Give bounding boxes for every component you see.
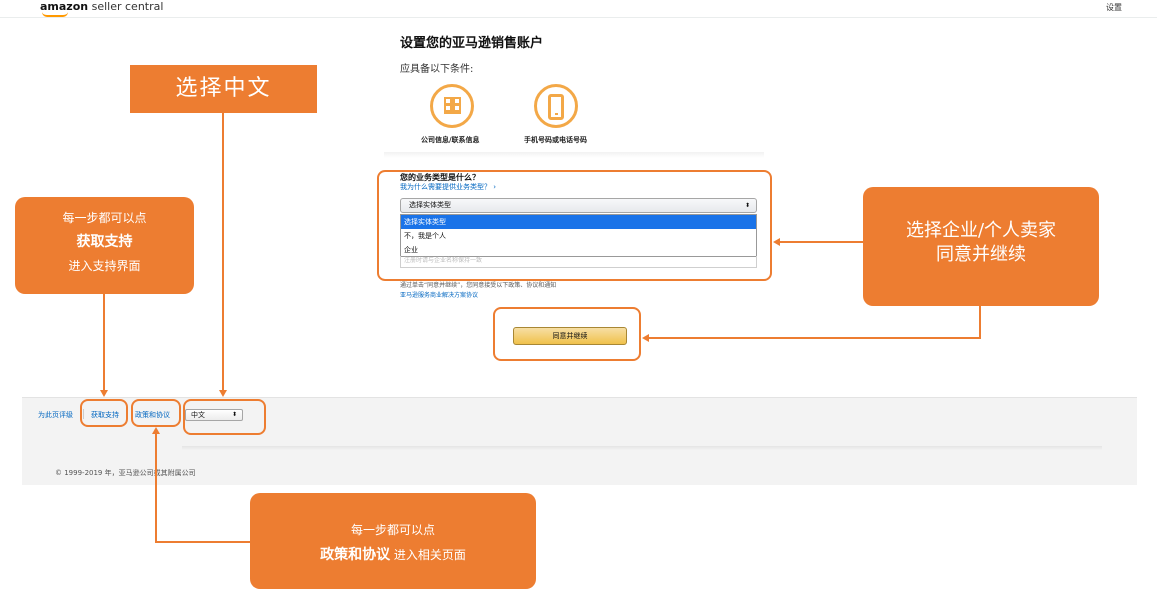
top-bar: amazon seller central 设置 — [0, 0, 1157, 18]
connector-line — [155, 541, 250, 543]
annotation-choose-chinese: 选择中文 — [130, 65, 317, 113]
arrow-down-icon — [100, 390, 108, 397]
bsa-agreement-link[interactable]: 亚马逊服务商业解决方案协议 — [400, 290, 478, 299]
prerequisites-label: 应具备以下条件: — [400, 64, 474, 75]
annotation-support-line1: 每一步都可以点 — [62, 211, 147, 225]
annotation-policy-rest: 进入相关页面 — [390, 548, 466, 562]
business-type-highlight — [377, 170, 772, 281]
logo-seller-central-text: seller central — [88, 0, 164, 13]
building-icon — [430, 84, 474, 128]
connector-line — [979, 306, 981, 339]
page-title: 设置您的亚马逊销售账户 — [400, 36, 544, 51]
arrow-down-icon — [219, 390, 227, 397]
annotation-get-support: 每一步都可以点 获取支持 进入支持界面 — [15, 197, 194, 294]
policies-highlight — [131, 399, 181, 427]
connector-line — [222, 113, 224, 390]
connector-line — [780, 241, 863, 243]
annotation-policy-line2: 政策和协议 进入相关页面 — [250, 541, 536, 568]
get-support-highlight — [80, 399, 128, 427]
annotation-seller-line2: 同意并继续 — [936, 244, 1026, 265]
building-window — [446, 99, 450, 103]
section-divider — [384, 152, 764, 158]
phone-button — [555, 113, 558, 115]
language-select-highlight — [183, 399, 266, 435]
settings-link[interactable]: 设置 — [1106, 2, 1122, 13]
copyright-text: © 1999-2019 年，亚马逊公司或其附属公司 — [55, 469, 196, 477]
arrow-up-icon — [152, 427, 160, 434]
annotation-support-line3: 进入支持界面 — [68, 259, 141, 273]
annotation-policy-line1: 每一步都可以点 — [350, 523, 435, 537]
footer-divider-shadow — [182, 446, 1102, 450]
arrow-left-icon — [773, 238, 780, 246]
annotation-seller-line1: 选择企业/个人卖家 — [905, 220, 1057, 241]
building-body — [444, 97, 461, 114]
building-window — [455, 99, 459, 103]
requirement-label-company: 公司信息/联系信息 — [421, 136, 480, 144]
building-window — [455, 106, 459, 110]
connector-line — [103, 294, 105, 390]
amazon-smile-icon — [42, 12, 68, 17]
annotation-seller-type: 选择企业/个人卖家 同意并继续 — [863, 187, 1099, 306]
connector-line — [649, 337, 981, 339]
annotation-policy-bold: 政策和协议 — [320, 547, 391, 563]
rate-page-link[interactable]: 为此页评级 — [38, 410, 73, 420]
phone-body — [548, 94, 564, 120]
continue-button-highlight — [493, 307, 641, 361]
arrow-left-icon — [642, 334, 649, 342]
requirement-label-phone: 手机号码或电话号码 — [524, 136, 587, 144]
connector-line — [155, 434, 157, 542]
building-window — [446, 106, 450, 110]
annotation-support-line2: 获取支持 — [76, 234, 133, 250]
annotation-policies: 每一步都可以点 政策和协议 进入相关页面 — [250, 493, 536, 589]
phone-icon — [534, 84, 578, 128]
consent-text: 通过单击“同意并继续”，您同意接受以下政策、协议和通知 — [400, 282, 557, 289]
